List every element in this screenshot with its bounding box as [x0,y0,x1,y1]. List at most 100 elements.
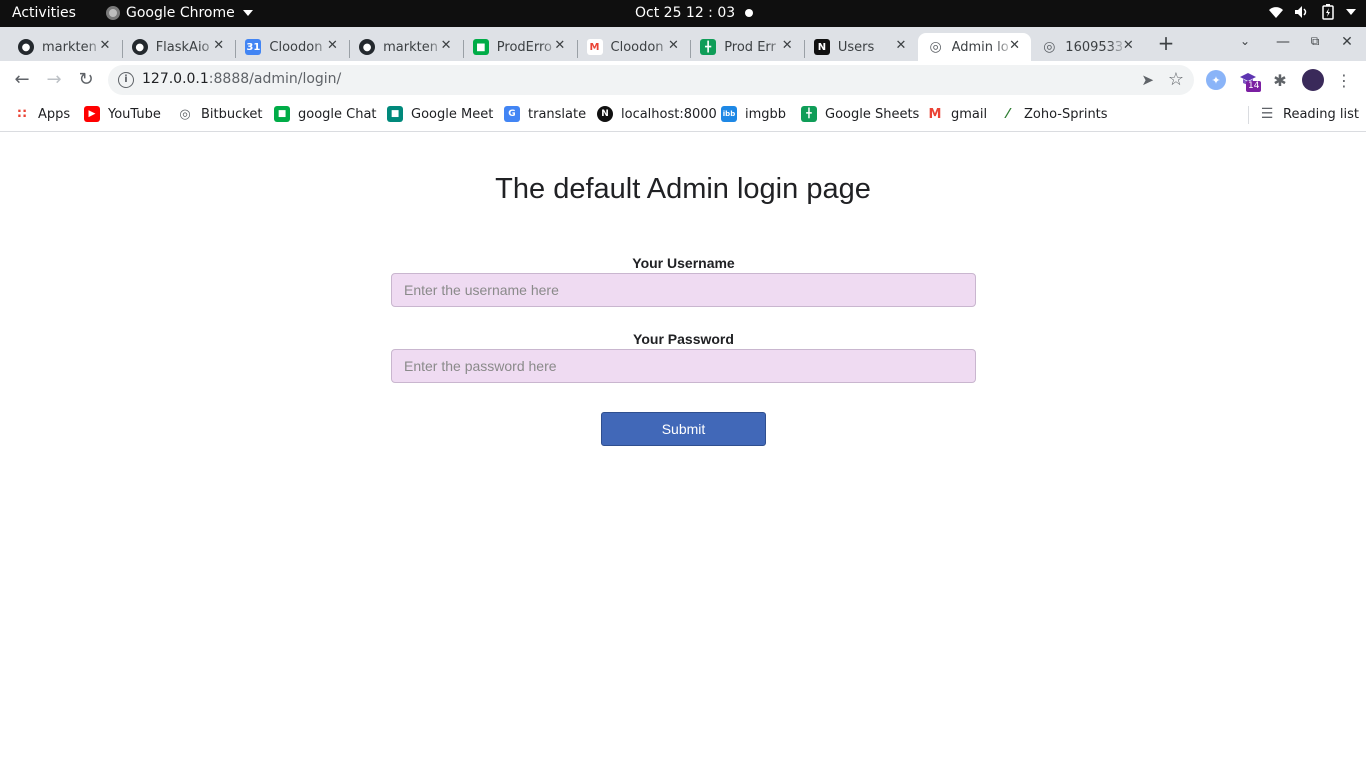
github-icon: ● [18,39,34,55]
bookmark-item[interactable]: ◎ Bitbucket [177,106,262,122]
tab-title: Users [837,39,875,55]
close-tab-icon[interactable]: ✕ [893,38,909,54]
battery-icon [1320,4,1336,20]
reload-button[interactable]: ↻ [75,69,97,91]
password-input[interactable] [391,349,976,383]
chevron-down-icon [242,10,253,16]
close-tab-icon[interactable]: ✕ [666,38,682,54]
bookmark-item[interactable]: ⁄ Zoho-Sprints [1000,106,1108,122]
github-icon: ● [359,39,376,55]
bookmark-item[interactable]: ╋ Google Sheets [801,106,919,122]
close-tab-icon[interactable]: ✕ [1007,38,1023,54]
sheets-icon: ╋ [700,39,717,55]
notification-dot-icon [745,9,753,17]
tab-search-icon[interactable]: ⌄ [1236,34,1254,48]
new-tab-button[interactable]: + [1156,33,1176,53]
apps-grid-icon: ∷ [17,106,27,122]
close-tab-icon[interactable]: ✕ [779,38,795,54]
bookmark-label: gmail [951,106,988,122]
close-tab-icon[interactable]: ✕ [97,38,113,54]
bookmark-item[interactable]: ■ google Chat [274,106,377,122]
tab[interactable]: M Cloodon ✕ [577,33,690,61]
bookmark-label: imgbb [745,106,787,122]
close-tab-icon[interactable]: ✕ [552,38,568,54]
reading-list-button[interactable]: ☰ Reading list [1259,106,1359,122]
app-name: Google Chrome [126,5,235,21]
tab-title: Prod Err [724,39,776,55]
zoho-icon: ⁄ [1006,106,1010,122]
globe-icon: ◎ [179,106,191,122]
bookmark-item[interactable]: Gtranslate [504,106,586,122]
address-bar[interactable]: i 127.0.0.1:8888/admin/login/ ➤ ☆ [108,65,1194,95]
tab-title: Cloodon [610,39,664,55]
bookmark-item[interactable]: ▶ YouTube [84,106,161,122]
close-tab-icon[interactable]: ✕ [1120,38,1136,54]
bookmark-star-icon[interactable]: ☆ [1168,69,1184,90]
password-label: Your Password [633,331,734,347]
tab-title: Cloodon [269,39,323,55]
sheets-icon: ╋ [801,106,817,122]
extension-icon[interactable]: ✦ [1206,70,1226,90]
forward-button[interactable]: → [43,69,65,91]
calendar-icon: 31 [245,39,262,55]
tab-title: markten [42,39,97,55]
send-to-device-icon[interactable]: ➤ [1141,71,1154,89]
volume-icon [1294,4,1310,20]
close-tab-icon[interactable]: ✕ [211,38,227,54]
chat-icon: ■ [274,106,290,122]
minimize-window-button[interactable]: — [1274,34,1292,50]
bookmark-item[interactable]: ■ Google Meet [387,106,493,122]
tab-title: Admin lo [951,39,1009,55]
clock[interactable]: Oct 25 12 : 03 [635,5,735,21]
globe-icon: ◎ [929,39,942,55]
globe-icon: ◎ [1043,39,1056,55]
gmail-icon: M [928,106,942,122]
system-tray[interactable] [1268,4,1356,20]
close-tab-icon[interactable]: ✕ [324,38,340,54]
translate-icon: G [504,106,520,122]
tab[interactable]: N Users ✕ [804,33,917,61]
chevron-down-icon [1346,9,1356,15]
restore-window-button[interactable]: ⧉ [1306,34,1324,49]
username-label: Your Username [632,255,735,271]
bookmark-label: translate [528,106,587,122]
tab[interactable]: ■ ProdErro ✕ [463,33,576,61]
menu-kebab-icon[interactable]: ⋮ [1334,70,1354,90]
reading-list-icon: ☰ [1260,106,1274,122]
notion-icon: N [597,106,613,122]
submit-button[interactable]: Submit [601,412,766,446]
page-content: The default Admin login page Your Userna… [0,133,1366,768]
extensions-puzzle-icon[interactable]: ✱ [1270,70,1290,90]
gmail-icon: M [586,39,603,55]
tab[interactable]: ● markten ✕ [349,33,462,61]
app-menu[interactable]: Google Chrome [106,5,253,21]
bookmark-item[interactable]: ∷ Apps [14,106,70,122]
bookmark-item[interactable]: Nlocalhost:8000 [597,106,717,122]
bookmarks-bar: ∷ Apps ▶ YouTube ◎ Bitbucket ■ google Chat ■ Goog… [0,99,1366,132]
url-text[interactable]: 127.0.0.1:8888/admin/login/ [142,71,341,87]
avatar[interactable] [1302,69,1324,91]
github-icon: ● [131,39,148,55]
bookmark-label: YouTube [108,106,161,122]
tab[interactable]: ◎ 1609533 ✕ [1031,33,1144,61]
bookmark-label: google Chat [298,106,377,122]
tab-title: 1609533 [1065,39,1124,55]
tab[interactable]: 31 Cloodon ✕ [235,33,348,61]
activities-button[interactable]: Activities [12,5,76,21]
active-tab[interactable]: ◎ Admin lo ✕ [917,33,1031,61]
back-button[interactable]: ← [11,69,33,91]
site-info-icon[interactable]: i [118,72,134,88]
tab[interactable]: ● FlaskAio ✕ [122,33,235,61]
close-tab-icon[interactable]: ✕ [438,38,454,54]
page-title: The default Admin login page [495,173,871,205]
username-input[interactable] [391,273,976,307]
tab[interactable]: ╋ Prod Err ✕ [690,33,803,61]
wifi-icon [1268,4,1284,20]
tab[interactable]: ● markten ✕ [8,33,121,61]
bookmark-item[interactable]: ibb imgbb [721,106,786,122]
bookmark-item[interactable]: Mgmail [927,106,988,122]
close-window-button[interactable]: ✕ [1338,34,1356,50]
youtube-icon: ▶ [84,106,100,122]
meet-icon: ■ [387,106,403,122]
bookmark-label: Bitbucket [201,106,263,122]
